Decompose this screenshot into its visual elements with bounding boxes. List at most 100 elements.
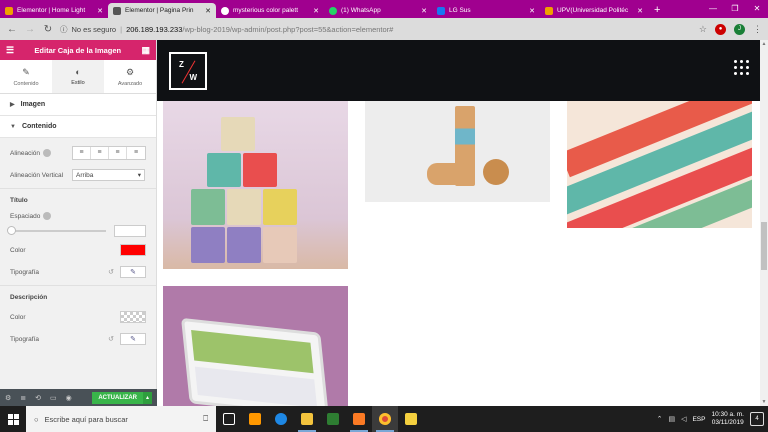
- can-shape: [243, 153, 277, 187]
- start-button[interactable]: [0, 406, 26, 432]
- extension-icon[interactable]: ●: [715, 23, 726, 35]
- browser-tab-bar: Elementor | Home Light ✕ Elementor | Pag…: [0, 0, 768, 18]
- edit-typography-button[interactable]: ✎: [120, 266, 146, 278]
- espaciado-input[interactable]: [114, 225, 146, 237]
- file-explorer-icon[interactable]: [294, 406, 320, 432]
- tab-contenido[interactable]: ✎ Contenido: [0, 60, 52, 93]
- tube-shape: [483, 159, 509, 185]
- clock[interactable]: 10:30 a. m. 03/11/2019: [711, 411, 744, 427]
- image-box-spice-tubes[interactable]: [567, 101, 752, 228]
- browser-tab[interactable]: LG Sus ✕: [432, 3, 540, 18]
- update-button[interactable]: ACTUALIZAR: [92, 391, 143, 404]
- language-indicator[interactable]: ESP: [692, 416, 705, 423]
- widgets-grid-icon[interactable]: ▦: [141, 45, 150, 56]
- browser-tab[interactable]: (1) WhatsApp ✕: [324, 3, 432, 18]
- browser-tab-active[interactable]: Elementor | Pagina Prin ✕: [108, 3, 216, 18]
- search-placeholder: Escribe aquí para buscar: [44, 414, 128, 424]
- image-box-stacked-cans[interactable]: [163, 101, 348, 269]
- page-preview: Z W: [157, 40, 760, 406]
- align-justify-button[interactable]: ≡: [127, 147, 145, 159]
- network-icon[interactable]: ▤: [668, 415, 675, 423]
- scroll-down-icon[interactable]: ▼: [760, 399, 768, 405]
- grid-menu-icon[interactable]: [734, 60, 750, 75]
- espaciado-slider[interactable]: [7, 226, 106, 235]
- back-button[interactable]: ←: [6, 24, 18, 35]
- page-scrollbar[interactable]: ▲ ▼: [760, 40, 768, 406]
- task-view-icon[interactable]: [216, 406, 242, 432]
- site-logo[interactable]: Z W: [169, 52, 207, 90]
- close-tab-icon[interactable]: ✕: [637, 7, 643, 15]
- reload-button[interactable]: ↻: [42, 24, 54, 35]
- align-left-button[interactable]: ≡: [73, 147, 91, 159]
- tab-avanzado[interactable]: ⚙ Avanzado: [104, 60, 156, 93]
- responsive-icon[interactable]: [43, 149, 51, 157]
- url-host: 206.189.193.233: [126, 24, 183, 34]
- tab-title: LG Sus: [449, 7, 471, 14]
- align-right-button[interactable]: ≡: [109, 147, 127, 159]
- show-hidden-icons-icon[interactable]: ⌃: [657, 415, 663, 423]
- xampp-icon[interactable]: [346, 406, 372, 432]
- desc-typography-control: Tipografía ↺ ✎: [0, 328, 156, 350]
- scroll-up-icon[interactable]: ▲: [760, 41, 768, 47]
- tab-label: Estilo: [71, 80, 85, 86]
- section-imagen[interactable]: ▶ Imagen: [0, 94, 156, 116]
- can-shape: [207, 153, 241, 187]
- responsive-mode-icon[interactable]: ▭: [50, 394, 57, 402]
- section-contenido[interactable]: ▼ Contenido: [0, 116, 156, 138]
- tab-estilo[interactable]: ◐ Estilo: [52, 60, 104, 93]
- responsive-icon[interactable]: [43, 212, 52, 220]
- reset-icon[interactable]: ↺: [108, 268, 114, 276]
- browser-tab[interactable]: mysterious color palett ✕: [216, 3, 324, 18]
- info-icon[interactable]: ⓘ: [60, 24, 68, 35]
- clock-date: 03/11/2019: [711, 419, 744, 426]
- clock-time: 10:30 a. m.: [711, 411, 744, 418]
- browser-menu-icon[interactable]: ⋮: [753, 24, 762, 35]
- bookmark-star-icon[interactable]: ☆: [699, 24, 707, 35]
- url-field[interactable]: ⓘ No es seguro | 206.189.193.233/wp-blog…: [60, 21, 693, 37]
- image-box-wooden-tubes[interactable]: [365, 101, 550, 202]
- slider-handle[interactable]: [7, 226, 16, 235]
- reset-icon[interactable]: ↺: [108, 335, 114, 343]
- notification-center-icon[interactable]: 4: [750, 412, 764, 426]
- history-icon[interactable]: ⟲: [35, 394, 41, 402]
- align-center-button[interactable]: ≡: [91, 147, 109, 159]
- close-window-button[interactable]: ✕: [746, 0, 768, 18]
- tab-label: Avanzado: [117, 80, 143, 87]
- chrome-icon[interactable]: [372, 406, 398, 432]
- save-options-caret-icon[interactable]: ▴: [143, 391, 152, 404]
- sublime-text-icon[interactable]: [242, 406, 268, 432]
- panel-tabs: ✎ Contenido ◐ Estilo ⚙ Avanzado: [0, 60, 156, 94]
- microphone-icon[interactable]: ⎕: [203, 414, 208, 424]
- profile-avatar[interactable]: J: [734, 23, 745, 35]
- close-tab-icon[interactable]: ✕: [313, 7, 319, 15]
- scrollbar-thumb[interactable]: [761, 222, 767, 270]
- browser-tab[interactable]: UPV(Universidad Politéc ✕: [540, 3, 648, 18]
- close-tab-icon[interactable]: ✕: [97, 7, 103, 15]
- edge-icon[interactable]: [268, 406, 294, 432]
- system-tray: ⌃ ▤ ◁ ESP 10:30 a. m. 03/11/2019 4: [657, 411, 768, 427]
- new-tab-button[interactable]: +: [648, 3, 666, 18]
- close-tab-icon[interactable]: ✕: [421, 7, 427, 15]
- close-tab-icon[interactable]: ✕: [529, 7, 535, 15]
- taskbar-search[interactable]: ○ Escribe aquí para buscar ⎕: [26, 406, 216, 432]
- navigator-icon[interactable]: ≣: [20, 394, 26, 402]
- minimize-button[interactable]: —: [702, 0, 724, 18]
- forward-button[interactable]: →: [24, 24, 36, 35]
- select-value: Arriba: [76, 171, 94, 179]
- edit-typography-button[interactable]: ✎: [120, 333, 146, 345]
- can-shape: [191, 227, 225, 263]
- settings-icon[interactable]: ⚙: [5, 394, 11, 402]
- browser-tab[interactable]: Elementor | Home Light ✕: [0, 3, 108, 18]
- title-color-swatch[interactable]: [120, 244, 146, 256]
- volume-icon[interactable]: ◁: [681, 415, 686, 423]
- hamburger-menu-icon[interactable]: ☰: [6, 45, 14, 56]
- maximize-button[interactable]: ❐: [724, 0, 746, 18]
- sticky-notes-icon[interactable]: [398, 406, 424, 432]
- close-tab-icon[interactable]: ✕: [205, 7, 211, 15]
- can-shape: [263, 227, 297, 263]
- app-icon[interactable]: [320, 406, 346, 432]
- desc-color-swatch[interactable]: [120, 311, 146, 323]
- preview-eye-icon[interactable]: ◉: [66, 394, 72, 402]
- vertical-alignment-select[interactable]: Arriba ▾: [72, 169, 145, 181]
- image-box-tablet-mockup[interactable]: [163, 286, 348, 406]
